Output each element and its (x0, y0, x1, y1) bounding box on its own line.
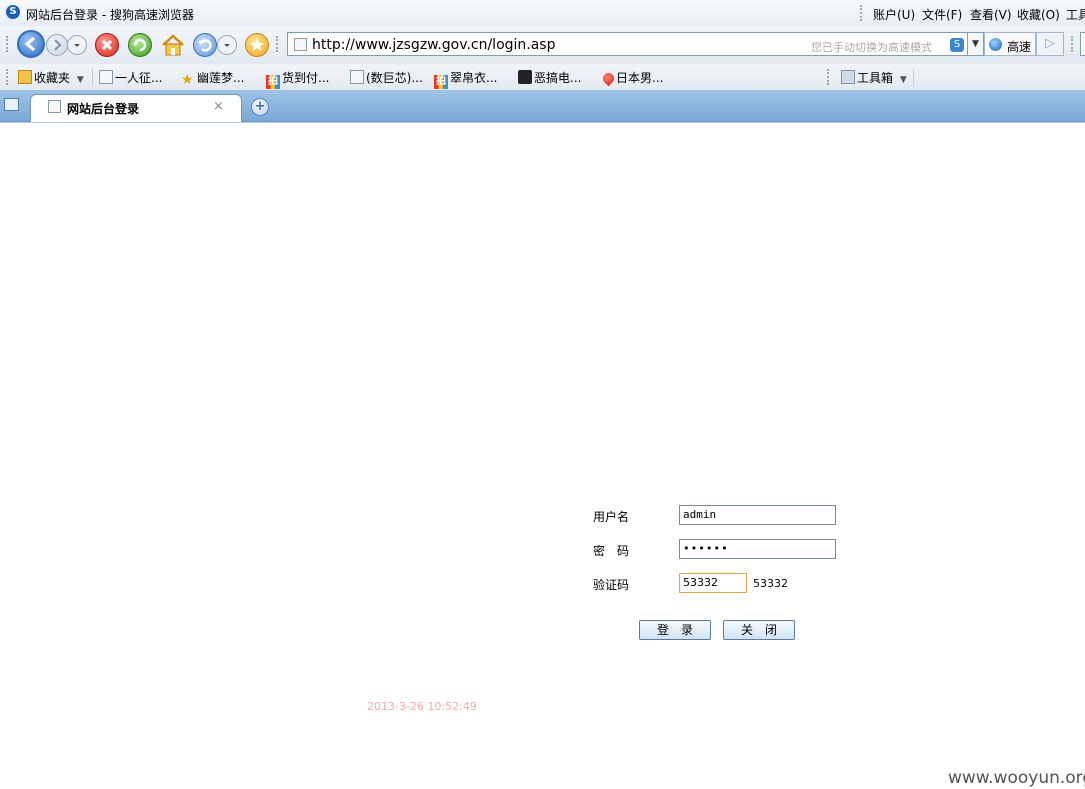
back-button[interactable] (17, 30, 45, 58)
sogou-browser-logo-icon: S (6, 5, 20, 19)
favorites-button[interactable] (245, 33, 269, 57)
speed-mode-label: 高速 (1007, 40, 1032, 54)
address-dropdown-button[interactable]: ▼ (968, 32, 984, 56)
tab-close-icon[interactable]: × (213, 99, 224, 114)
mode-hint-text: 您已手动切换为高速模式 (811, 41, 932, 54)
download-icon (518, 70, 532, 84)
address-url[interactable]: http://www.jzsgzw.gov.cn/login.asp (312, 37, 556, 53)
chevron-down-icon: ▼ (899, 75, 907, 85)
chevron-down-icon (74, 44, 80, 47)
bookmark-item-3[interactable]: 拍货到付... (266, 69, 330, 89)
page-icon (48, 100, 61, 113)
login-button[interactable]: 登 录 (639, 620, 711, 640)
password-label: 密 码 (593, 544, 630, 558)
home-icon (162, 34, 184, 56)
close-button[interactable]: 关 闭 (723, 620, 795, 640)
username-field[interactable]: admin (679, 505, 836, 525)
close-icon (101, 39, 113, 51)
captcha-label: 验证码 (593, 578, 630, 592)
page-icon (350, 70, 364, 84)
tab-title: 网站后台登录 (67, 102, 140, 116)
bookmark-label: 幽莲梦... (197, 71, 245, 85)
bookmark-label: 恶搞电... (534, 71, 582, 85)
menu-file[interactable]: 文件(F) (922, 6, 962, 23)
bookmark-item-1[interactable]: 一人征... (99, 69, 162, 85)
refresh-button[interactable] (128, 33, 152, 57)
toolbar-grip (6, 36, 10, 52)
go-button[interactable]: ▷ (1036, 32, 1064, 56)
folder-icon (18, 70, 32, 84)
menu-view[interactable]: 查看(V) (970, 6, 1012, 23)
captcha-field[interactable]: 53332 (679, 573, 747, 593)
menu-favorites[interactable]: 收藏(O) (1017, 6, 1060, 23)
new-tab-button[interactable]: + (251, 98, 269, 116)
home-button[interactable] (160, 33, 186, 57)
bookmark-label: (数巨芯)... (366, 71, 423, 85)
search-box[interactable] (1080, 32, 1085, 56)
security-shield-icon[interactable]: S (950, 38, 964, 52)
bookmark-label: 日本男... (616, 71, 664, 85)
username-label: 用户名 (593, 510, 630, 524)
stop-button[interactable] (95, 33, 119, 57)
bookmark-separator (913, 69, 914, 85)
bookmark-item-4[interactable]: (数巨芯)... (350, 69, 423, 85)
watermark: www.wooyun.org (948, 768, 1085, 788)
bookmark-label: 货到付... (282, 71, 330, 85)
undo-close-tab-button[interactable] (193, 33, 217, 57)
undo-icon (198, 39, 212, 52)
menu-account[interactable]: 账户(U) (873, 6, 915, 23)
star-icon (250, 38, 264, 51)
window-title: 网站后台登录 - 搜狗高速浏览器 (26, 8, 194, 22)
bookmarks-separator (827, 69, 831, 85)
forward-button[interactable] (46, 34, 68, 56)
toolbox-button[interactable]: 工具箱 ▼ (841, 69, 907, 85)
bookmark-label: 收藏夹 (34, 71, 71, 85)
speed-mode-icon (989, 38, 1002, 51)
refresh-icon (133, 38, 147, 52)
bookmark-item-5[interactable]: 拍翠帛衣... (434, 69, 498, 89)
bookmark-item-2[interactable]: ★ 幽莲梦... (181, 69, 245, 88)
paipai-icon: 拍 (434, 75, 448, 89)
bookmark-item-7[interactable]: 日本男... (600, 69, 664, 87)
password-field[interactable]: •••••• (679, 539, 836, 559)
menu-tools[interactable]: 工具 (1066, 6, 1085, 23)
history-dropdown-button[interactable] (67, 35, 87, 55)
bookmark-label: 一人征... (115, 71, 163, 85)
menu-separator (860, 5, 864, 21)
bookmark-favorites-folder[interactable]: 收藏夹 ▼ (18, 69, 84, 85)
toolbar-separator (276, 36, 280, 52)
sidebar-toggle-icon[interactable] (4, 98, 19, 111)
timestamp: 2013-3-26 10:52:49 (367, 700, 477, 713)
star-icon: ★ (181, 72, 194, 88)
back-arrow-icon (24, 36, 35, 52)
forward-arrow-icon (54, 39, 62, 51)
undo-dropdown-button[interactable] (217, 35, 237, 55)
bookmark-item-6[interactable]: 恶搞电... (518, 69, 581, 85)
bookmarks-grip (6, 69, 10, 85)
bookmark-label: 翠帛衣... (450, 71, 498, 85)
paipai-icon: 拍 (266, 75, 280, 89)
toolbar-separator (1071, 36, 1075, 52)
map-pin-icon (600, 70, 617, 87)
captcha-code: 53332 (753, 577, 788, 590)
page-icon (294, 38, 307, 51)
bookmark-separator (92, 69, 93, 85)
page-icon (99, 70, 113, 84)
toolbox-icon (841, 70, 855, 84)
content-divider (0, 122, 1085, 123)
chevron-down-icon (224, 44, 230, 47)
toolbox-label: 工具箱 (857, 71, 894, 85)
chevron-down-icon: ▼ (76, 75, 84, 85)
